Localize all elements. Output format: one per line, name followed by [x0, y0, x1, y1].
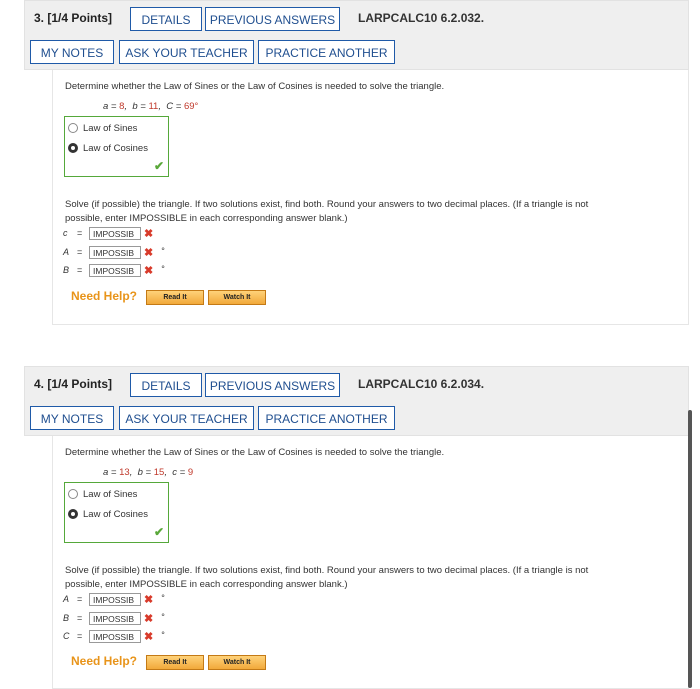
read-it-button[interactable]: Read It	[146, 655, 204, 670]
question-3: 3. [1/4 Points] DETAILS PREVIOUS ANSWERS…	[24, 0, 689, 325]
my-notes-button[interactable]: MY NOTES	[30, 406, 114, 430]
ask-your-teacher-button[interactable]: ASK YOUR TEACHER	[119, 40, 254, 64]
question-prompt: Determine whether the Law of Sines or th…	[65, 81, 445, 92]
problem-code: LARPCALC10 6.2.034.	[358, 377, 485, 391]
answer-input[interactable]: IMPOSSIB	[89, 612, 141, 625]
radio-unselected-icon[interactable]	[68, 489, 78, 500]
practice-another-button[interactable]: PRACTICE ANOTHER	[258, 40, 395, 64]
answer-row: c = IMPOSSIB ✖	[63, 227, 154, 240]
radio-selected-icon[interactable]	[68, 509, 78, 520]
read-it-button[interactable]: Read It	[146, 290, 204, 305]
question-toolbar: MY NOTES ASK YOUR TEACHER PRACTICE ANOTH…	[24, 401, 689, 436]
answer-input[interactable]: IMPOSSIB	[89, 264, 141, 277]
need-help-label: Need Help?	[71, 654, 138, 668]
details-button[interactable]: DETAILS	[130, 373, 202, 397]
given-values: a = 8, b = 11, C = 69°	[103, 101, 199, 112]
incorrect-icon: ✖	[144, 247, 154, 259]
answer-row: A = IMPOSSIB ✖ °	[63, 593, 165, 606]
incorrect-icon: ✖	[144, 265, 154, 277]
answer-row: B = IMPOSSIB ✖ °	[63, 612, 165, 625]
incorrect-icon: ✖	[144, 613, 154, 625]
watch-it-button[interactable]: Watch It	[208, 290, 266, 305]
question-body: Determine whether the Law of Sines or th…	[52, 436, 689, 689]
answer-input[interactable]: IMPOSSIB	[89, 227, 141, 240]
question-toolbar: MY NOTES ASK YOUR TEACHER PRACTICE ANOTH…	[24, 35, 689, 70]
answer-row: C = IMPOSSIB ✖ °	[63, 630, 165, 643]
law-choice-group: Law of Sines Law of Cosines ✔	[64, 116, 169, 177]
vertical-scrollbar[interactable]	[688, 410, 692, 688]
option-law-of-cosines[interactable]: Law of Cosines	[68, 143, 148, 154]
incorrect-icon: ✖	[144, 228, 154, 240]
solve-instructions-line-2: possible, enter IMPOSSIBLE in each corre…	[65, 579, 348, 590]
radio-unselected-icon[interactable]	[68, 123, 78, 134]
incorrect-icon: ✖	[144, 594, 154, 606]
checkmark-icon: ✔	[153, 525, 164, 539]
my-notes-button[interactable]: MY NOTES	[30, 40, 114, 64]
previous-answers-button[interactable]: PREVIOUS ANSWERS	[205, 373, 340, 397]
watch-it-button[interactable]: Watch It	[208, 655, 266, 670]
previous-answers-button[interactable]: PREVIOUS ANSWERS	[205, 7, 340, 31]
question-number: 3. [1/4 Points]	[34, 11, 113, 25]
solve-instructions-line-2: possible, enter IMPOSSIBLE in each corre…	[65, 213, 348, 224]
solve-instructions-line-1: Solve (if possible) the triangle. If two…	[65, 199, 589, 210]
option-law-of-sines[interactable]: Law of Sines	[68, 123, 137, 134]
question-number: 4. [1/4 Points]	[34, 377, 113, 391]
details-button[interactable]: DETAILS	[130, 7, 202, 31]
practice-another-button[interactable]: PRACTICE ANOTHER	[258, 406, 395, 430]
answer-input[interactable]: IMPOSSIB	[89, 246, 141, 259]
question-header: 4. [1/4 Points] DETAILS PREVIOUS ANSWERS…	[24, 366, 689, 402]
answer-input[interactable]: IMPOSSIB	[89, 593, 141, 606]
problem-code: LARPCALC10 6.2.032.	[358, 11, 485, 25]
question-prompt: Determine whether the Law of Sines or th…	[65, 447, 445, 458]
option-law-of-sines[interactable]: Law of Sines	[68, 489, 137, 500]
solve-instructions-line-1: Solve (if possible) the triangle. If two…	[65, 565, 589, 576]
option-law-of-cosines[interactable]: Law of Cosines	[68, 509, 148, 520]
answer-row: A = IMPOSSIB ✖ °	[63, 246, 165, 259]
incorrect-icon: ✖	[144, 631, 154, 643]
checkmark-icon: ✔	[153, 159, 164, 173]
ask-your-teacher-button[interactable]: ASK YOUR TEACHER	[119, 406, 254, 430]
answer-row: B = IMPOSSIB ✖ °	[63, 264, 165, 277]
need-help-label: Need Help?	[71, 289, 138, 303]
answer-input[interactable]: IMPOSSIB	[89, 630, 141, 643]
question-header: 3. [1/4 Points] DETAILS PREVIOUS ANSWERS…	[24, 0, 689, 36]
question-body: Determine whether the Law of Sines or th…	[52, 70, 689, 325]
law-choice-group: Law of Sines Law of Cosines ✔	[64, 482, 169, 543]
given-values: a = 13, b = 15, c = 9	[103, 467, 194, 478]
radio-selected-icon[interactable]	[68, 143, 78, 154]
question-4: 4. [1/4 Points] DETAILS PREVIOUS ANSWERS…	[24, 366, 689, 689]
